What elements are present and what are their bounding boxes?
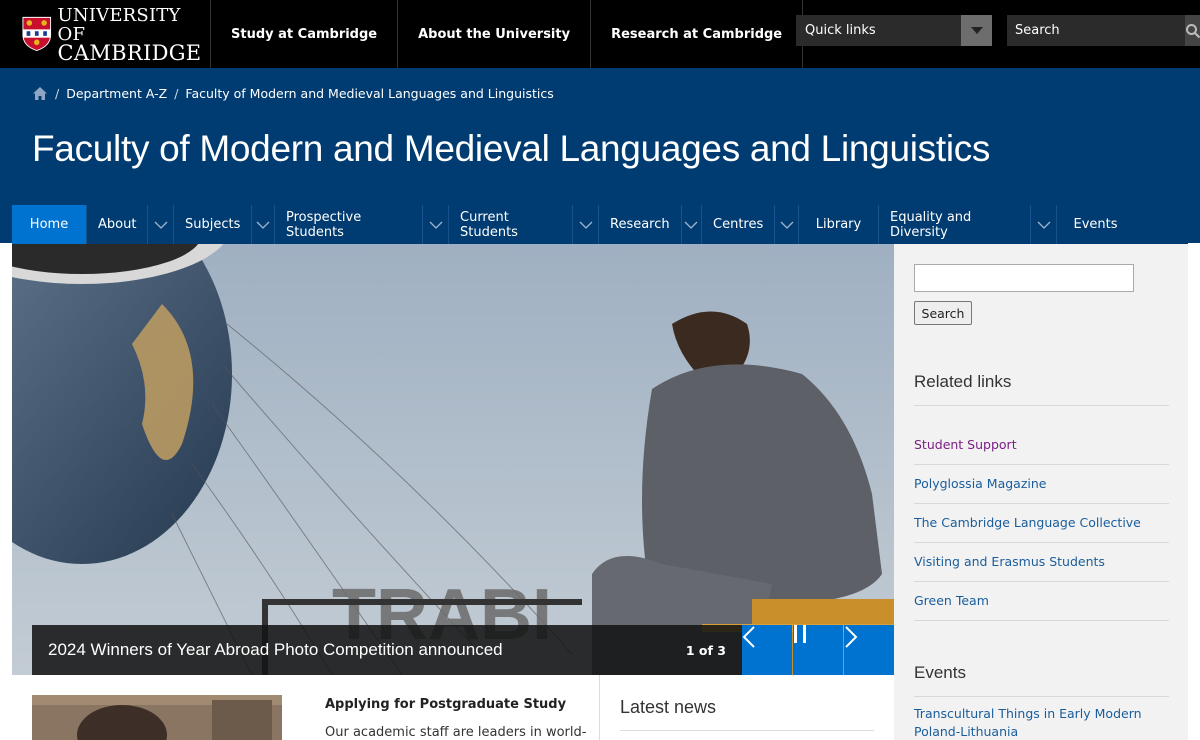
hero-carousel: TRABI 2024 Winners of Year Abroad Photo … bbox=[12, 244, 894, 675]
chevron-down-icon[interactable] bbox=[680, 205, 701, 244]
nav-library[interactable]: Library bbox=[799, 205, 879, 244]
search-icon bbox=[1186, 23, 1200, 38]
breadcrumb-department-az[interactable]: Department A-Z bbox=[66, 86, 167, 101]
divider bbox=[914, 696, 1169, 697]
chevron-down-icon[interactable] bbox=[572, 205, 598, 244]
logo-line-1: UNIVERSITY OF bbox=[57, 4, 181, 45]
divider bbox=[914, 503, 1169, 504]
topnav-research[interactable]: Research at Cambridge bbox=[590, 0, 804, 68]
breadcrumb-faculty[interactable]: Faculty of Modern and Medieval Languages… bbox=[185, 86, 553, 101]
postgrad-text: Our academic staff are leaders in world- bbox=[325, 725, 587, 740]
nav-events-label: Events bbox=[1073, 217, 1118, 232]
sidebar: Search Related links Student Support Pol… bbox=[894, 244, 1188, 740]
nav-current-students-label: Current Students bbox=[460, 209, 518, 240]
carousel-prev-button[interactable] bbox=[742, 625, 792, 675]
university-logo[interactable]: UNIVERSITY OF CAMBRIDGE bbox=[22, 6, 202, 63]
nav-equality-diversity[interactable]: Equality and Diversity bbox=[879, 205, 1057, 244]
logo-wordmark: UNIVERSITY OF CAMBRIDGE bbox=[57, 4, 202, 65]
divider bbox=[914, 542, 1169, 543]
nav-current-students[interactable]: Current Students bbox=[449, 205, 599, 244]
nav-prospective-students[interactable]: Prospective Students bbox=[275, 205, 449, 244]
shield-icon bbox=[22, 16, 52, 52]
search-button[interactable] bbox=[1185, 15, 1200, 46]
chevron-left-icon bbox=[742, 626, 755, 648]
home-icon[interactable] bbox=[32, 86, 48, 101]
nav-about[interactable]: About bbox=[87, 205, 174, 244]
chevron-down-icon[interactable] bbox=[774, 205, 798, 244]
carousel-pause-button[interactable] bbox=[793, 625, 843, 675]
nav-centres[interactable]: Centres bbox=[702, 205, 799, 244]
carousel-counter: 1 of 3 bbox=[685, 642, 726, 658]
nav-subjects-label: Subjects bbox=[185, 217, 241, 232]
nav-home-label: Home bbox=[29, 217, 69, 232]
nav-about-label: About bbox=[98, 217, 137, 232]
related-link-green-team[interactable]: Green Team bbox=[914, 593, 989, 608]
nav-prospective-students-label: Prospective Students bbox=[286, 209, 362, 240]
related-link-polyglossia[interactable]: Polyglossia Magazine bbox=[914, 476, 1046, 491]
nav-research-label: Research bbox=[610, 217, 670, 232]
chevron-right-icon bbox=[845, 626, 858, 648]
breadcrumb: / Department A-Z / Faculty of Modern and… bbox=[32, 86, 554, 101]
carousel-caption[interactable]: 2024 Winners of Year Abroad Photo Compet… bbox=[32, 625, 742, 675]
top-navigation: Study at Cambridge About the University … bbox=[210, 0, 804, 68]
event-link-line-2[interactable]: Poland-Lithuania bbox=[914, 724, 1018, 739]
pause-icon bbox=[794, 625, 806, 643]
topnav-study[interactable]: Study at Cambridge bbox=[210, 0, 397, 68]
logo-line-2: CAMBRIDGE bbox=[57, 40, 202, 65]
breadcrumb-separator: / bbox=[55, 86, 60, 101]
quick-links-label: Quick links bbox=[805, 23, 876, 38]
divider bbox=[914, 581, 1169, 582]
page-title: Faculty of Modern and Medieval Languages… bbox=[32, 128, 991, 169]
chevron-down-icon[interactable] bbox=[147, 205, 173, 244]
column-divider bbox=[599, 675, 600, 740]
events-heading: Events bbox=[914, 663, 966, 682]
carousel-caption-text[interactable]: 2024 Winners of Year Abroad Photo Compet… bbox=[32, 640, 686, 660]
quick-links-dropdown[interactable]: Quick links bbox=[796, 15, 992, 46]
nav-centres-label: Centres bbox=[713, 217, 764, 232]
chevron-down-icon[interactable] bbox=[251, 205, 274, 244]
divider bbox=[914, 620, 1169, 621]
related-link-student-support[interactable]: Student Support bbox=[914, 437, 1017, 452]
topnav-about-university[interactable]: About the University bbox=[397, 0, 590, 68]
related-link-visiting-erasmus[interactable]: Visiting and Erasmus Students bbox=[914, 554, 1105, 569]
nav-events[interactable]: Events bbox=[1057, 205, 1134, 244]
nav-research[interactable]: Research bbox=[599, 205, 702, 244]
thumbnail-photo bbox=[32, 695, 282, 740]
event-link-line-1[interactable]: Transcultural Things in Early Modern bbox=[914, 706, 1142, 721]
related-links-heading: Related links bbox=[914, 372, 1012, 391]
chevron-down-icon[interactable] bbox=[1030, 205, 1056, 244]
site-search-input[interactable] bbox=[1007, 15, 1185, 46]
related-link-language-collective[interactable]: The Cambridge Language Collective bbox=[914, 515, 1141, 530]
chevron-down-icon[interactable] bbox=[422, 205, 448, 244]
main-navigation: Home About Subjects Prospective Students… bbox=[12, 205, 1188, 244]
postgrad-thumbnail[interactable] bbox=[32, 695, 282, 740]
postgrad-title[interactable]: Applying for Postgraduate Study bbox=[325, 697, 566, 712]
divider bbox=[914, 464, 1169, 465]
latest-news-heading: Latest news bbox=[620, 697, 717, 717]
sidebar-search-button[interactable]: Search bbox=[914, 301, 972, 325]
nav-equality-diversity-label: Equality and Diversity bbox=[890, 209, 972, 240]
site-search bbox=[1007, 15, 1200, 46]
chevron-down-icon[interactable] bbox=[961, 15, 992, 46]
breadcrumb-separator: / bbox=[174, 86, 179, 101]
sidebar-search-input[interactable] bbox=[914, 264, 1134, 292]
nav-subjects[interactable]: Subjects bbox=[174, 205, 275, 244]
carousel-photo: TRABI bbox=[12, 244, 894, 675]
carousel-next-button[interactable] bbox=[844, 625, 894, 675]
divider bbox=[914, 405, 1169, 406]
site-header: UNIVERSITY OF CAMBRIDGE Study at Cambrid… bbox=[0, 0, 1200, 68]
divider bbox=[620, 730, 874, 731]
nav-home[interactable]: Home bbox=[12, 205, 87, 244]
nav-library-label: Library bbox=[815, 217, 862, 232]
